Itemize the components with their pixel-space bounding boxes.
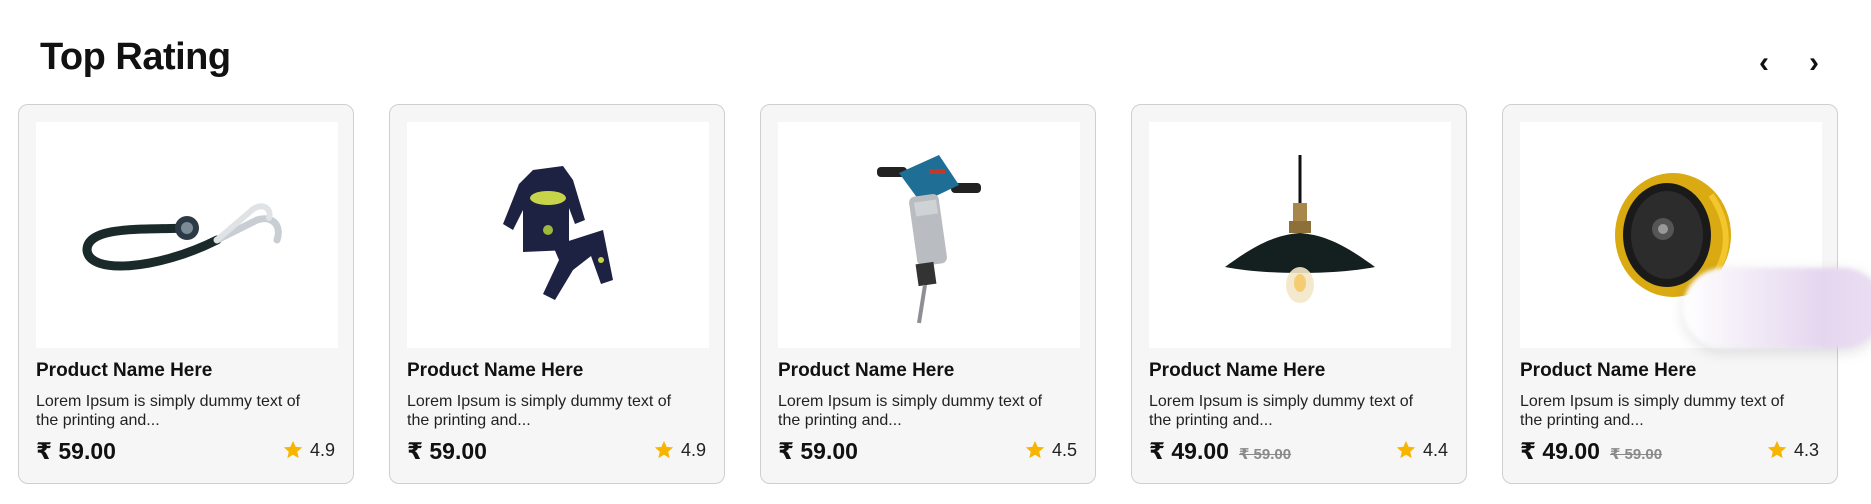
prev-button[interactable]: ‹: [1751, 48, 1777, 78]
rating-value: 4.3: [1793, 439, 1819, 460]
rating: 4.9: [282, 439, 335, 461]
next-button[interactable]: ›: [1801, 48, 1827, 78]
product-name: Product Name Here: [1520, 360, 1697, 381]
floating-widget[interactable]: [1683, 268, 1871, 348]
price: ₹ 59.00: [36, 438, 116, 464]
product-image: [778, 122, 1080, 348]
star-icon: [283, 440, 303, 459]
star-icon: [1396, 440, 1416, 459]
kids-outfit-icon: [503, 166, 613, 300]
product-card[interactable]: Product Name Here Lorem Ipsum is simply …: [760, 104, 1096, 484]
star-icon: [654, 440, 674, 459]
old-price: ₹ 59.00: [1609, 446, 1663, 463]
rating-value: 4.5: [1051, 439, 1077, 460]
star-icon: [1767, 440, 1787, 459]
product-name: Product Name Here: [778, 360, 955, 381]
product-name: Product Name Here: [1149, 360, 1326, 381]
price: ₹ 59.00: [407, 438, 487, 464]
carousel-nav: ‹ ›: [1751, 48, 1827, 78]
product-image: [1149, 122, 1451, 348]
rating: 4.9: [653, 439, 706, 461]
price: ₹ 59.00: [778, 438, 858, 464]
product-description: Lorem Ipsum is simply dummy text of the …: [36, 393, 301, 429]
product-name: Product Name Here: [36, 360, 213, 381]
product-name: Product Name Here: [407, 360, 584, 381]
product-card[interactable]: Product Name Here Lorem Ipsum is simply …: [389, 104, 725, 484]
rating-value: 4.9: [309, 439, 335, 460]
star-icon: [1025, 440, 1045, 459]
stethoscope-icon: [82, 203, 282, 271]
rating-value: 4.9: [680, 439, 706, 460]
old-price: ₹ 59.00: [1238, 446, 1292, 463]
product-description: Lorem Ipsum is simply dummy text of the …: [778, 393, 1043, 429]
product-image: [407, 122, 709, 348]
price: ₹ 49.00: [1149, 438, 1229, 464]
price: ₹ 49.00: [1520, 438, 1600, 464]
product-description: Lorem Ipsum is simply dummy text of the …: [1149, 393, 1414, 429]
rating: 4.3: [1766, 439, 1819, 461]
product-carousel: Product Name Here Lorem Ipsum is simply …: [18, 104, 1838, 484]
jackhammer-icon: [877, 155, 981, 324]
section-title: Top Rating: [40, 36, 231, 78]
product-card[interactable]: Product Name Here Lorem Ipsum is simply …: [18, 104, 354, 484]
product-description: Lorem Ipsum is simply dummy text of the …: [1520, 393, 1785, 429]
rating: 4.4: [1395, 439, 1448, 461]
pendant-lamp-icon: [1225, 155, 1375, 303]
rating: 4.5: [1024, 439, 1077, 461]
product-image: [36, 122, 338, 348]
rating-value: 4.4: [1422, 439, 1448, 460]
product-card[interactable]: Product Name Here Lorem Ipsum is simply …: [1131, 104, 1467, 484]
product-description: Lorem Ipsum is simply dummy text of the …: [407, 393, 672, 429]
